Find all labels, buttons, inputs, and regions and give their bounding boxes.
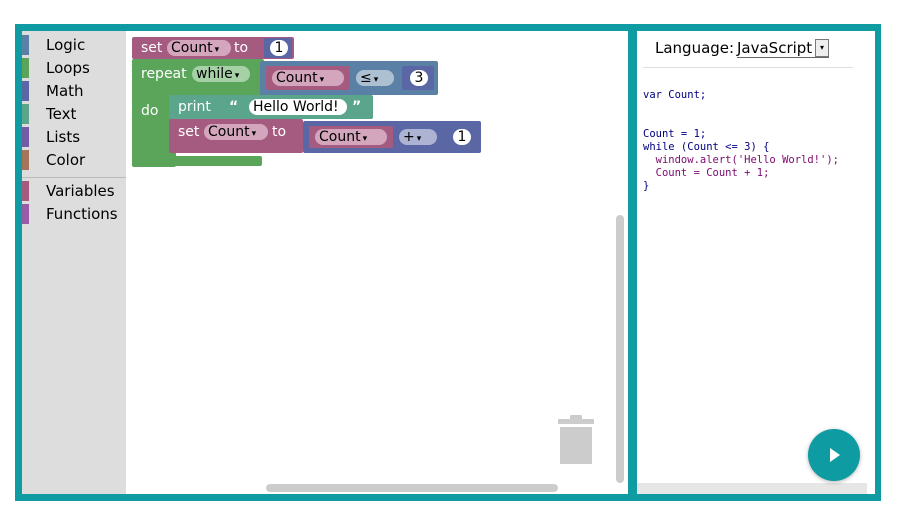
operator-dropdown[interactable]: ≤ ▾ xyxy=(356,70,394,86)
chevron-down-icon[interactable]: ▾ xyxy=(815,39,829,57)
variable-dropdown[interactable]: Count ▾ xyxy=(272,70,344,86)
toolbox: Logic Loops Math Text Lists Color Variab… xyxy=(22,31,126,494)
chevron-down-icon: ▾ xyxy=(362,134,368,144)
code-line: while (Count <= 3) { xyxy=(643,141,770,153)
horizontal-scrollbar[interactable] xyxy=(266,484,558,492)
chevron-down-icon: ▾ xyxy=(214,45,220,55)
generated-code: var Count;​​Count = 1;while (Count <= 3)… xyxy=(643,76,839,219)
print-keyword: print xyxy=(178,99,211,115)
code-line: window.alert('Hello World!'); xyxy=(643,154,839,166)
category-loops[interactable]: Loops xyxy=(22,58,126,78)
category-label: Logic xyxy=(46,36,86,54)
to-keyword: to xyxy=(234,40,249,56)
repeat-header[interactable]: repeat while ▾ xyxy=(132,59,264,95)
print-block[interactable]: print “ Hello World! ” xyxy=(169,95,373,119)
category-label: Text xyxy=(46,105,77,123)
text-field[interactable]: Hello World! xyxy=(249,99,347,115)
app-frame: Logic Loops Math Text Lists Color Variab… xyxy=(15,24,881,501)
repeat-keyword: repeat xyxy=(141,66,187,82)
category-color[interactable]: Color xyxy=(22,150,126,170)
divider xyxy=(643,67,853,68)
run-button[interactable] xyxy=(808,429,860,481)
category-swatch xyxy=(22,204,29,224)
category-label: Math xyxy=(46,82,84,100)
category-swatch xyxy=(22,35,29,55)
trash-icon[interactable] xyxy=(556,413,596,465)
variable-get-block[interactable]: Count ▾ xyxy=(266,66,350,90)
category-swatch xyxy=(22,181,29,201)
category-lists[interactable]: Lists xyxy=(22,127,126,147)
number-block[interactable]: 1 xyxy=(445,126,477,148)
arithmetic-block[interactable]: Count ▾ + ▾ 1 xyxy=(303,121,481,153)
repeat-mode-dropdown[interactable]: while ▾ xyxy=(192,66,250,82)
category-swatch xyxy=(22,127,29,147)
set-count-block[interactable]: set Count ▾ to 1 xyxy=(132,37,294,59)
category-swatch xyxy=(22,58,29,78)
code-line: Count = Count + 1; xyxy=(643,167,770,179)
number-block[interactable]: 3 xyxy=(402,66,434,90)
variable-get-block[interactable]: Count ▾ xyxy=(309,126,393,148)
close-quote-icon: ” xyxy=(352,99,362,115)
repeat-mode: while xyxy=(196,66,233,82)
category-label: Loops xyxy=(46,59,90,77)
set-keyword: set xyxy=(141,40,163,56)
category-logic[interactable]: Logic xyxy=(22,35,126,55)
play-icon xyxy=(830,448,840,462)
category-text[interactable]: Text xyxy=(22,104,126,124)
language-value: JavaScript xyxy=(737,39,813,57)
category-functions[interactable]: Functions xyxy=(22,204,126,224)
variable-dropdown[interactable]: Count ▾ xyxy=(204,124,268,140)
variable-dropdown[interactable]: Count ▾ xyxy=(315,129,387,145)
language-select[interactable]: JavaScript ▾ xyxy=(737,39,829,58)
number-field[interactable]: 1 xyxy=(453,129,471,145)
code-line: Count = 1; xyxy=(643,128,707,140)
do-keyword: do xyxy=(141,103,159,119)
category-swatch xyxy=(22,150,29,170)
chevron-down-icon: ▾ xyxy=(319,75,325,85)
category-math[interactable]: Math xyxy=(22,81,126,101)
toolbox-separator xyxy=(22,177,126,178)
compare-block[interactable]: Count ▾ ≤ ▾ 3 xyxy=(260,61,438,95)
variable-name: Count xyxy=(208,124,250,140)
category-label: Functions xyxy=(46,205,118,223)
category-variables[interactable]: Variables xyxy=(22,181,126,201)
category-label: Lists xyxy=(46,128,81,146)
open-quote-icon: “ xyxy=(229,99,239,115)
repeat-footer xyxy=(132,156,262,166)
chevron-down-icon: ▾ xyxy=(234,71,240,81)
code-pane: Language: JavaScript ▾ var Count;​​Count… xyxy=(637,31,875,494)
code-line: ​ xyxy=(643,115,839,128)
category-swatch xyxy=(22,104,29,124)
category-label: Variables xyxy=(46,182,115,200)
chevron-down-icon: ▾ xyxy=(373,75,379,85)
set-count-block[interactable]: set Count ▾ to xyxy=(169,119,303,153)
number-block[interactable]: 1 xyxy=(264,38,292,58)
variable-dropdown[interactable]: Count ▾ xyxy=(167,40,231,56)
code-line: } xyxy=(643,180,650,192)
code-line: var Count; xyxy=(643,89,707,101)
set-keyword: set xyxy=(178,124,200,140)
code-horizontal-scrollbar[interactable] xyxy=(637,483,867,494)
variable-name: Count xyxy=(171,40,213,56)
operator-dropdown[interactable]: + ▾ xyxy=(399,129,437,145)
category-swatch xyxy=(22,81,29,101)
variable-name: Count xyxy=(319,129,361,145)
number-field[interactable]: 3 xyxy=(410,70,428,86)
to-keyword: to xyxy=(272,124,287,140)
category-label: Color xyxy=(46,151,86,169)
number-field[interactable]: 1 xyxy=(270,40,288,56)
variable-name: Count xyxy=(276,70,318,86)
chevron-down-icon: ▾ xyxy=(416,134,422,144)
blockly-workspace[interactable]: Logic Loops Math Text Lists Color Variab… xyxy=(22,31,628,494)
code-line: ​ xyxy=(643,102,839,115)
chevron-down-icon: ▾ xyxy=(251,129,257,139)
language-label: Language: xyxy=(655,39,735,57)
operator-symbol: + xyxy=(403,129,415,145)
operator-symbol: ≤ xyxy=(360,70,372,86)
vertical-scrollbar[interactable] xyxy=(616,215,624,483)
